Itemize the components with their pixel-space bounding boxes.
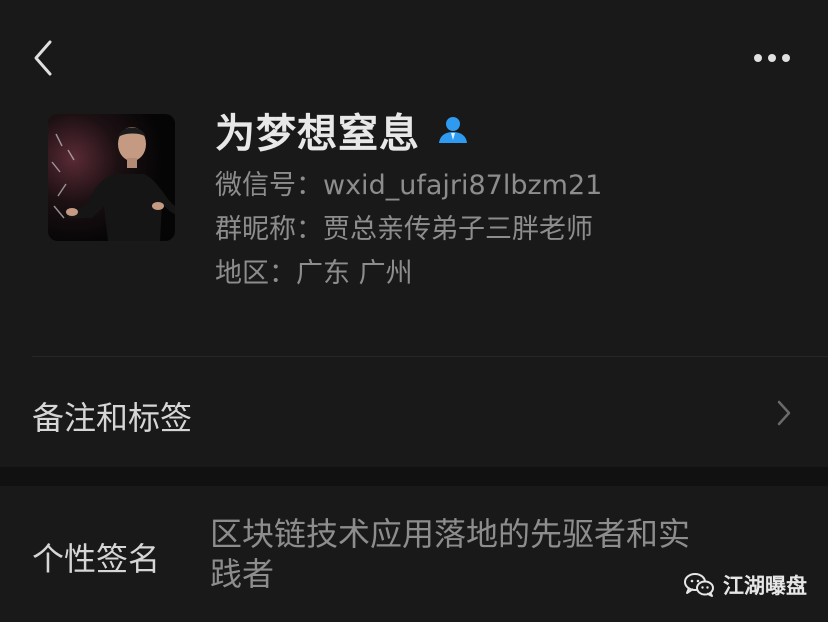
group-nickname-label: 群昵称： [215, 214, 323, 245]
name-row: 为梦想窒息 [215, 102, 470, 158]
wechat-id-value[interactable]: wxid_ufajri87lbzm21 [323, 170, 602, 201]
chevron-left-icon [34, 40, 52, 76]
display-name: 为梦想窒息 [215, 111, 420, 157]
group-nickname-value: 贾总亲传弟子三胖老师 [323, 214, 593, 245]
chevron-right-icon [777, 400, 791, 426]
remarks-and-tags-row[interactable]: 备注和标签 [0, 357, 828, 467]
back-button[interactable] [28, 38, 62, 78]
wechat-logo-icon [684, 573, 714, 597]
avatar-photo [48, 114, 175, 241]
region-value: 广东 广州 [296, 258, 413, 289]
more-dots-icon [754, 54, 790, 62]
wechat-id-row: 微信号：wxid_ufajri87lbzm21 [215, 168, 602, 204]
group-nickname-row: 群昵称：贾总亲传弟子三胖老师 [215, 212, 593, 248]
watermark: 江湖曝盘 [683, 570, 807, 600]
section-gap [0, 467, 828, 486]
watermark-text: 江湖曝盘 [723, 574, 807, 598]
profile-header: 为梦想窒息 微信号：wxid_ufajri87lbzm21 群昵称：贾总亲传弟子… [48, 111, 808, 304]
avatar[interactable] [48, 114, 175, 241]
contact-profile-page: 为梦想窒息 微信号：wxid_ufajri87lbzm21 群昵称：贾总亲传弟子… [0, 0, 828, 622]
region-row: 地区：广东 广州 [215, 256, 413, 292]
signature-label: 个性签名 [32, 540, 161, 578]
remarks-and-tags-label: 备注和标签 [32, 399, 193, 437]
signature-row: 个性签名 区块链技术应用落地的先驱者和实践者 [0, 486, 828, 622]
more-options-button[interactable] [748, 44, 796, 72]
male-person-icon [439, 117, 467, 143]
region-label: 地区： [215, 258, 296, 289]
wechat-id-label: 微信号： [215, 170, 323, 201]
signature-text: 区块链技术应用落地的先驱者和实践者 [210, 515, 691, 593]
